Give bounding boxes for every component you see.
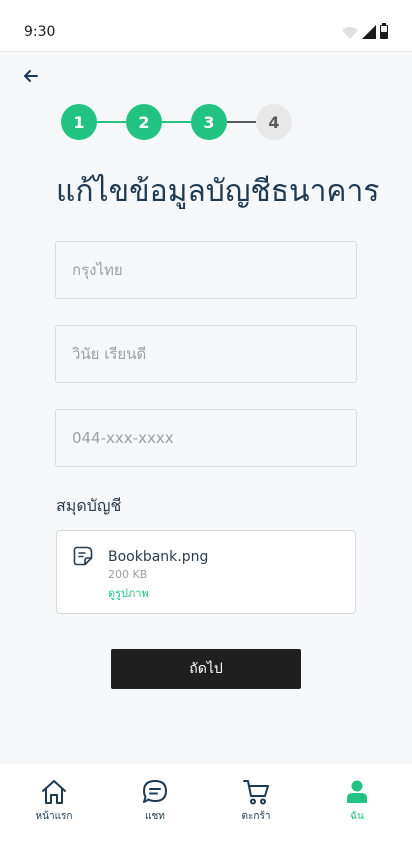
edit-bank-account-screen: 9:30 1 2 3 4 แก้ไขข้อมูลบัญชีธนาคาร สมุด… <box>0 0 412 844</box>
arrow-left-icon <box>24 70 38 82</box>
step-connector <box>227 121 256 123</box>
nav-item-profile[interactable]: ฉัน <box>327 778 387 828</box>
step-3: 3 <box>191 104 227 140</box>
signal-icon <box>362 25 376 39</box>
nav-item-chat[interactable]: แชท <box>125 778 185 828</box>
nav-label-home: หน้าแรก <box>35 811 73 822</box>
step-2: 2 <box>126 104 162 140</box>
file-icon <box>73 546 93 566</box>
next-button[interactable]: ถัดไป <box>111 649 301 689</box>
nav-item-cart[interactable]: ตะกร้า <box>226 778 286 828</box>
file-size: 200 KB <box>108 568 148 581</box>
bottom-nav: หน้าแรก แชท ตะกร้า ฉัน <box>0 764 412 844</box>
nav-label-profile: ฉัน <box>350 811 364 822</box>
profile-icon <box>347 780 367 803</box>
back-button[interactable] <box>18 63 44 89</box>
status-time: 9:30 <box>24 24 56 40</box>
file-name: Bookbank.png <box>108 549 209 565</box>
step-4: 4 <box>256 104 292 140</box>
passbook-label: สมุดบัญชี <box>56 496 122 515</box>
wifi-icon <box>342 27 358 39</box>
progress-stepper: 1 2 3 4 <box>61 104 292 140</box>
view-image-link[interactable]: ดูรูปภาพ <box>108 584 149 602</box>
account-number-input[interactable] <box>55 409 357 467</box>
cart-icon <box>243 780 269 805</box>
step-connector <box>162 121 191 123</box>
home-icon <box>42 780 66 804</box>
step-1: 1 <box>61 104 97 140</box>
nav-label-cart: ตะกร้า <box>241 811 271 822</box>
step-connector <box>97 121 126 123</box>
nav-item-home[interactable]: หน้าแรก <box>24 778 84 828</box>
status-bar: 9:30 <box>0 0 412 52</box>
passbook-file-card[interactable]: Bookbank.png 200 KB ดูรูปภาพ <box>56 530 356 614</box>
status-icons <box>342 23 388 39</box>
nav-label-chat: แชท <box>145 811 165 822</box>
bank-name-input[interactable] <box>55 241 357 299</box>
account-holder-input[interactable] <box>55 325 357 383</box>
battery-icon <box>380 23 388 39</box>
page-title: แก้ไขข้อมูลบัญชีธนาคาร <box>56 174 380 209</box>
chat-icon <box>143 780 167 803</box>
